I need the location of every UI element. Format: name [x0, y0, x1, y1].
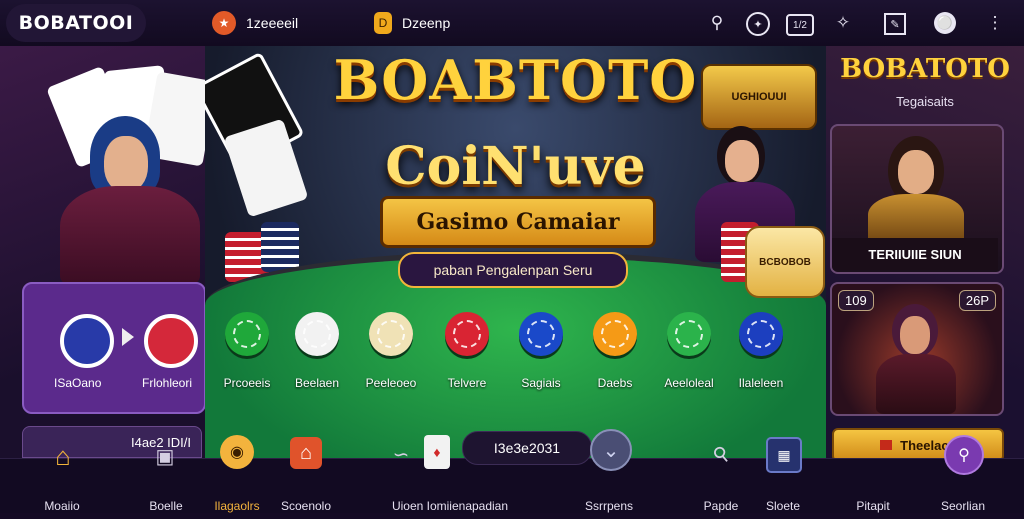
search-icon[interactable]: ⚲	[704, 10, 730, 36]
bottom-nav: ⌂ Moaiio ▣ Boelle ◉ Ilagaolrs ⌂ Scoenolo…	[0, 429, 1024, 513]
compass-icon[interactable]: ✦	[746, 12, 770, 36]
nav-item-slots[interactable]: Sloete	[756, 459, 810, 519]
ticket-icon[interactable]: 1/2	[786, 14, 814, 36]
chip-row: Prcoeeis Beelaen Peeleoeo Telvere Sagiai…	[205, 304, 826, 404]
promo-card-1-label: TERIIUIIE SIUN	[832, 238, 998, 270]
character-face	[104, 136, 148, 192]
nav-item-store[interactable]: Boelle	[138, 459, 194, 519]
chip-label: Aeeloleal	[664, 376, 714, 390]
chip-icon	[144, 314, 198, 368]
nav-item-events[interactable]: Ssrrpens	[576, 459, 642, 519]
chip-label: Telvere	[447, 376, 487, 390]
left-promo-panel: ISaOano Frlohleori I4ae2 IDI/I	[0, 46, 205, 458]
header-deposit-text: Dzeenp	[402, 15, 451, 31]
promo-card-2[interactable]: 109 26P	[830, 282, 1004, 416]
more-icon[interactable]: ⋮	[982, 10, 1008, 36]
nav-item-home[interactable]: Moaiio	[34, 459, 90, 519]
hero-title: BOABTOTO	[333, 48, 698, 112]
chip-item[interactable]	[739, 312, 783, 356]
chip-item[interactable]	[225, 312, 269, 356]
promo-card-1[interactable]: TERIIUIIE SIUN	[830, 124, 1004, 274]
header-deposit-item[interactable]: D Dzeenp	[374, 10, 450, 36]
right-panel-subtitle: Tegaisaits	[896, 94, 954, 109]
header-balance-text: 1zeeeeil	[246, 15, 299, 31]
chip-label: Daebs	[597, 376, 633, 390]
nav-item-pitapit[interactable]: Pitapit	[846, 459, 900, 519]
card-character-body	[876, 354, 956, 414]
card-character-face	[900, 316, 930, 354]
nav-item-active[interactable]: Ilagaolrs	[204, 459, 270, 519]
character-body	[60, 186, 200, 286]
hero-banner-label: Gasimo Camaiar	[380, 196, 656, 248]
edit-icon[interactable]: ✎	[884, 13, 906, 35]
nav-item-papde[interactable]: Papde	[696, 459, 746, 519]
card-badge-left: 109	[838, 290, 874, 311]
chip-stack	[261, 222, 299, 272]
chip-label: Peeleoeo	[365, 376, 417, 390]
center-readout: I3e3e2031	[462, 431, 592, 465]
right-promo-panel: BOBATOTO Tegaisaits TERIIUIIE SIUN 109 2…	[826, 46, 1024, 458]
coin-stack: BCBOBOB	[745, 226, 825, 298]
header-balance-item[interactable]: ★ 1zeeeeil	[212, 10, 298, 36]
left-promo-box[interactable]: ISaOano Frlohleori	[22, 282, 205, 414]
chip-item[interactable]	[445, 312, 489, 356]
globe-icon[interactable]: ⚪	[934, 12, 956, 34]
left-label-1: ISaOano	[54, 376, 102, 390]
left-label-2: Frlohleori	[142, 376, 193, 390]
top-bar: BOBATOOI ★ 1zeeeeil D Dzeenp ⚲ ✦ 1/2 ✧ ✎…	[0, 0, 1024, 47]
chip-item[interactable]	[519, 312, 563, 356]
nav-item-promotion[interactable]: Uioen Iomiienapadian	[380, 459, 520, 519]
flag-icon	[880, 440, 893, 450]
arrow-right-icon	[122, 328, 134, 346]
nav-item-casino[interactable]: Scoenolo	[276, 459, 336, 519]
hero-subtitle: paban Pengalenpan Seru	[398, 252, 628, 288]
hero-coin-title: CoiN'uve	[385, 136, 646, 197]
hero-banner: UGHIOUUI BOABTOTO CoiN'uve Gasimo Camaia…	[205, 46, 826, 458]
deposit-icon: D	[374, 12, 392, 34]
chip-item[interactable]	[593, 312, 637, 356]
chip-label: Beelaen	[294, 376, 340, 390]
nav-item-search[interactable]: Seorlian	[934, 459, 992, 519]
sparkle-icon[interactable]: ✧	[830, 10, 856, 36]
coin-icon: ★	[212, 11, 236, 35]
chip-label: Prcoeeis	[223, 376, 271, 390]
chip-icon	[60, 314, 114, 368]
chip-item[interactable]	[369, 312, 413, 356]
chip-item[interactable]	[667, 312, 711, 356]
card-character-face	[898, 150, 934, 194]
chip-item[interactable]	[295, 312, 339, 356]
chip-label: Ilaleleen	[738, 376, 784, 390]
app-logo[interactable]: BOBATOOI	[6, 4, 146, 42]
card-badge-right: 26P	[958, 290, 996, 311]
right-panel-title: BOBATOTO	[840, 54, 1010, 84]
chip-label: Sagiais	[521, 376, 561, 390]
